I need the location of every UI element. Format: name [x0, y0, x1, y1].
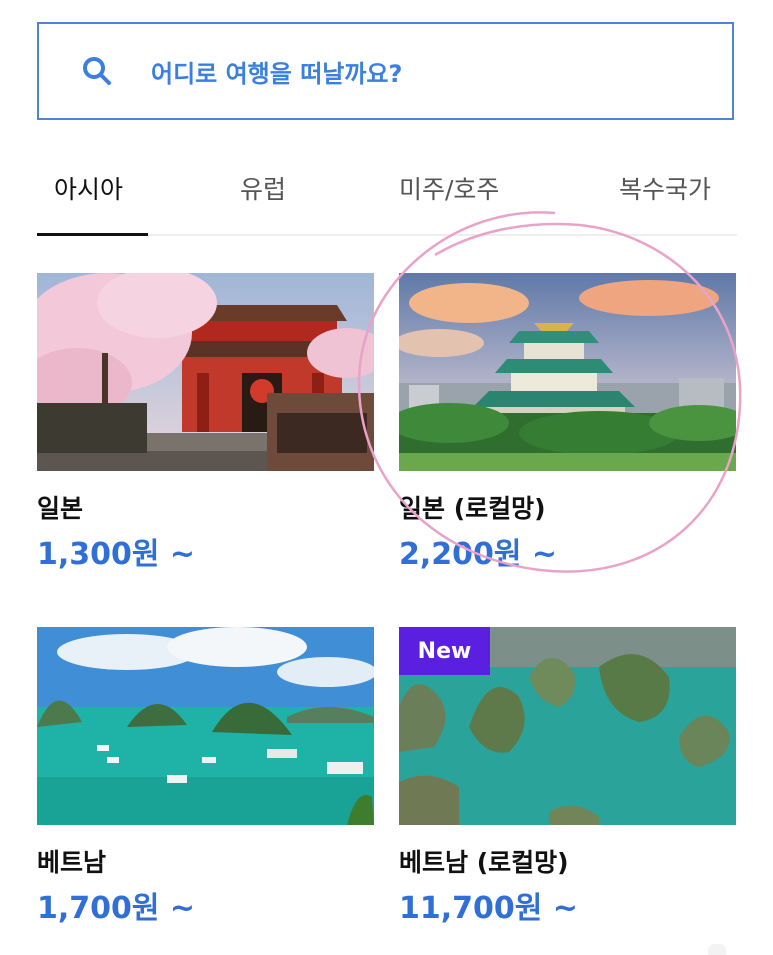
tab-europe[interactable]: 유럽 — [240, 170, 286, 206]
region-tabs: 아시아 유럽 미주/호주 복수국가 — [37, 160, 737, 236]
active-tab-indicator — [37, 233, 148, 236]
product-card-japan-local[interactable]: 일본 (로컬망) 2,200원 ~ — [399, 273, 736, 572]
new-badge: New — [399, 627, 490, 675]
product-name: 베트남 (로컬망) — [399, 848, 569, 877]
halong-bay-photo — [37, 627, 374, 825]
japan-castle-photo — [399, 273, 736, 471]
search-icon — [83, 57, 111, 85]
product-price: 2,200원 ~ — [399, 537, 558, 572]
product-card-vietnam[interactable]: 베트남 1,700원 ~ — [37, 627, 374, 926]
product-price: 1,700원 ~ — [37, 891, 196, 926]
japan-temple-photo — [37, 273, 374, 471]
product-name: 일본 — [37, 494, 84, 523]
product-price: 1,300원 ~ — [37, 537, 196, 572]
scroll-indicator — [708, 944, 726, 955]
tab-multi-country[interactable]: 복수국가 — [619, 170, 711, 206]
search-box[interactable]: 어디로 여행을 떠날까요? — [37, 22, 734, 120]
tab-americas-oceania[interactable]: 미주/호주 — [399, 170, 499, 206]
search-placeholder: 어디로 여행을 떠날까요? — [151, 59, 403, 88]
product-name: 베트남 — [37, 848, 107, 877]
product-card-vietnam-local[interactable]: New 베트남 (로컬망) 11,700원 ~ — [399, 627, 736, 926]
product-price: 11,700원 ~ — [399, 891, 578, 926]
product-name: 일본 (로컬망) — [399, 494, 546, 523]
tab-asia[interactable]: 아시아 — [54, 170, 123, 206]
product-card-japan[interactable]: 일본 1,300원 ~ — [37, 273, 374, 572]
halong-bay-aerial-photo: New — [399, 627, 736, 825]
